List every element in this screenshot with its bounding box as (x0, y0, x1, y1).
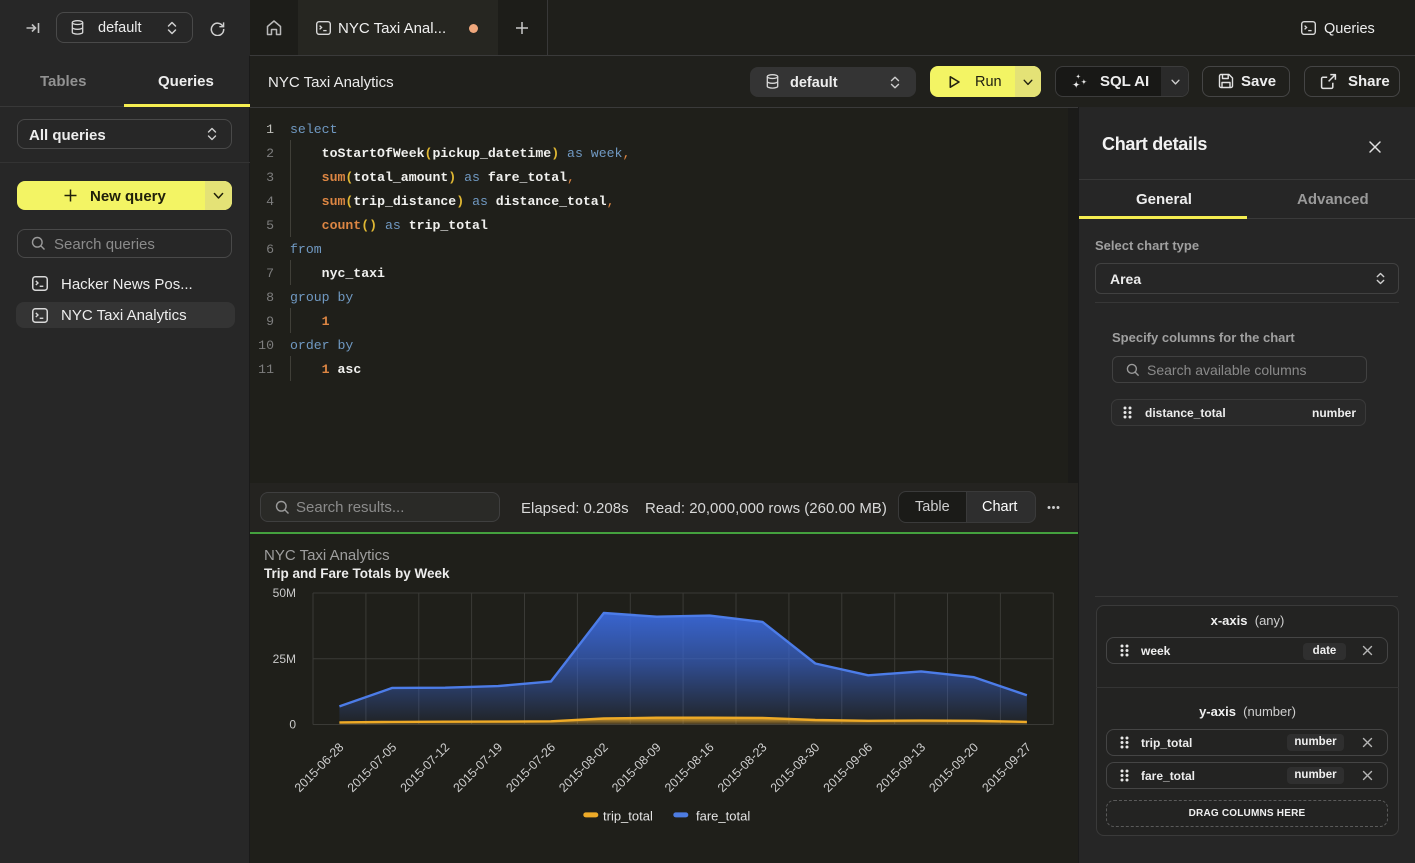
svg-text:2015-09-27: 2015-09-27 (979, 740, 1034, 795)
svg-text:trip_total: trip_total (603, 809, 653, 824)
svg-text:2015-09-20: 2015-09-20 (926, 740, 981, 795)
svg-text:fare_total: fare_total (696, 809, 750, 824)
svg-text:2015-07-05: 2015-07-05 (345, 740, 400, 795)
svg-text:2015-09-06: 2015-09-06 (821, 740, 876, 795)
svg-text:2015-07-19: 2015-07-19 (450, 740, 505, 795)
svg-text:0: 0 (289, 718, 296, 732)
svg-text:2015-06-28: 2015-06-28 (292, 740, 347, 795)
svg-text:2015-08-09: 2015-08-09 (609, 740, 664, 795)
svg-text:2015-09-13: 2015-09-13 (873, 740, 928, 795)
svg-text:2015-08-16: 2015-08-16 (662, 740, 717, 795)
svg-text:2015-07-26: 2015-07-26 (503, 740, 558, 795)
svg-text:2015-08-02: 2015-08-02 (556, 740, 611, 795)
svg-text:2015-08-30: 2015-08-30 (768, 740, 823, 795)
svg-text:2015-08-23: 2015-08-23 (715, 740, 770, 795)
svg-text:50M: 50M (273, 586, 296, 600)
svg-text:2015-07-12: 2015-07-12 (398, 740, 453, 795)
svg-text:25M: 25M (273, 652, 296, 666)
